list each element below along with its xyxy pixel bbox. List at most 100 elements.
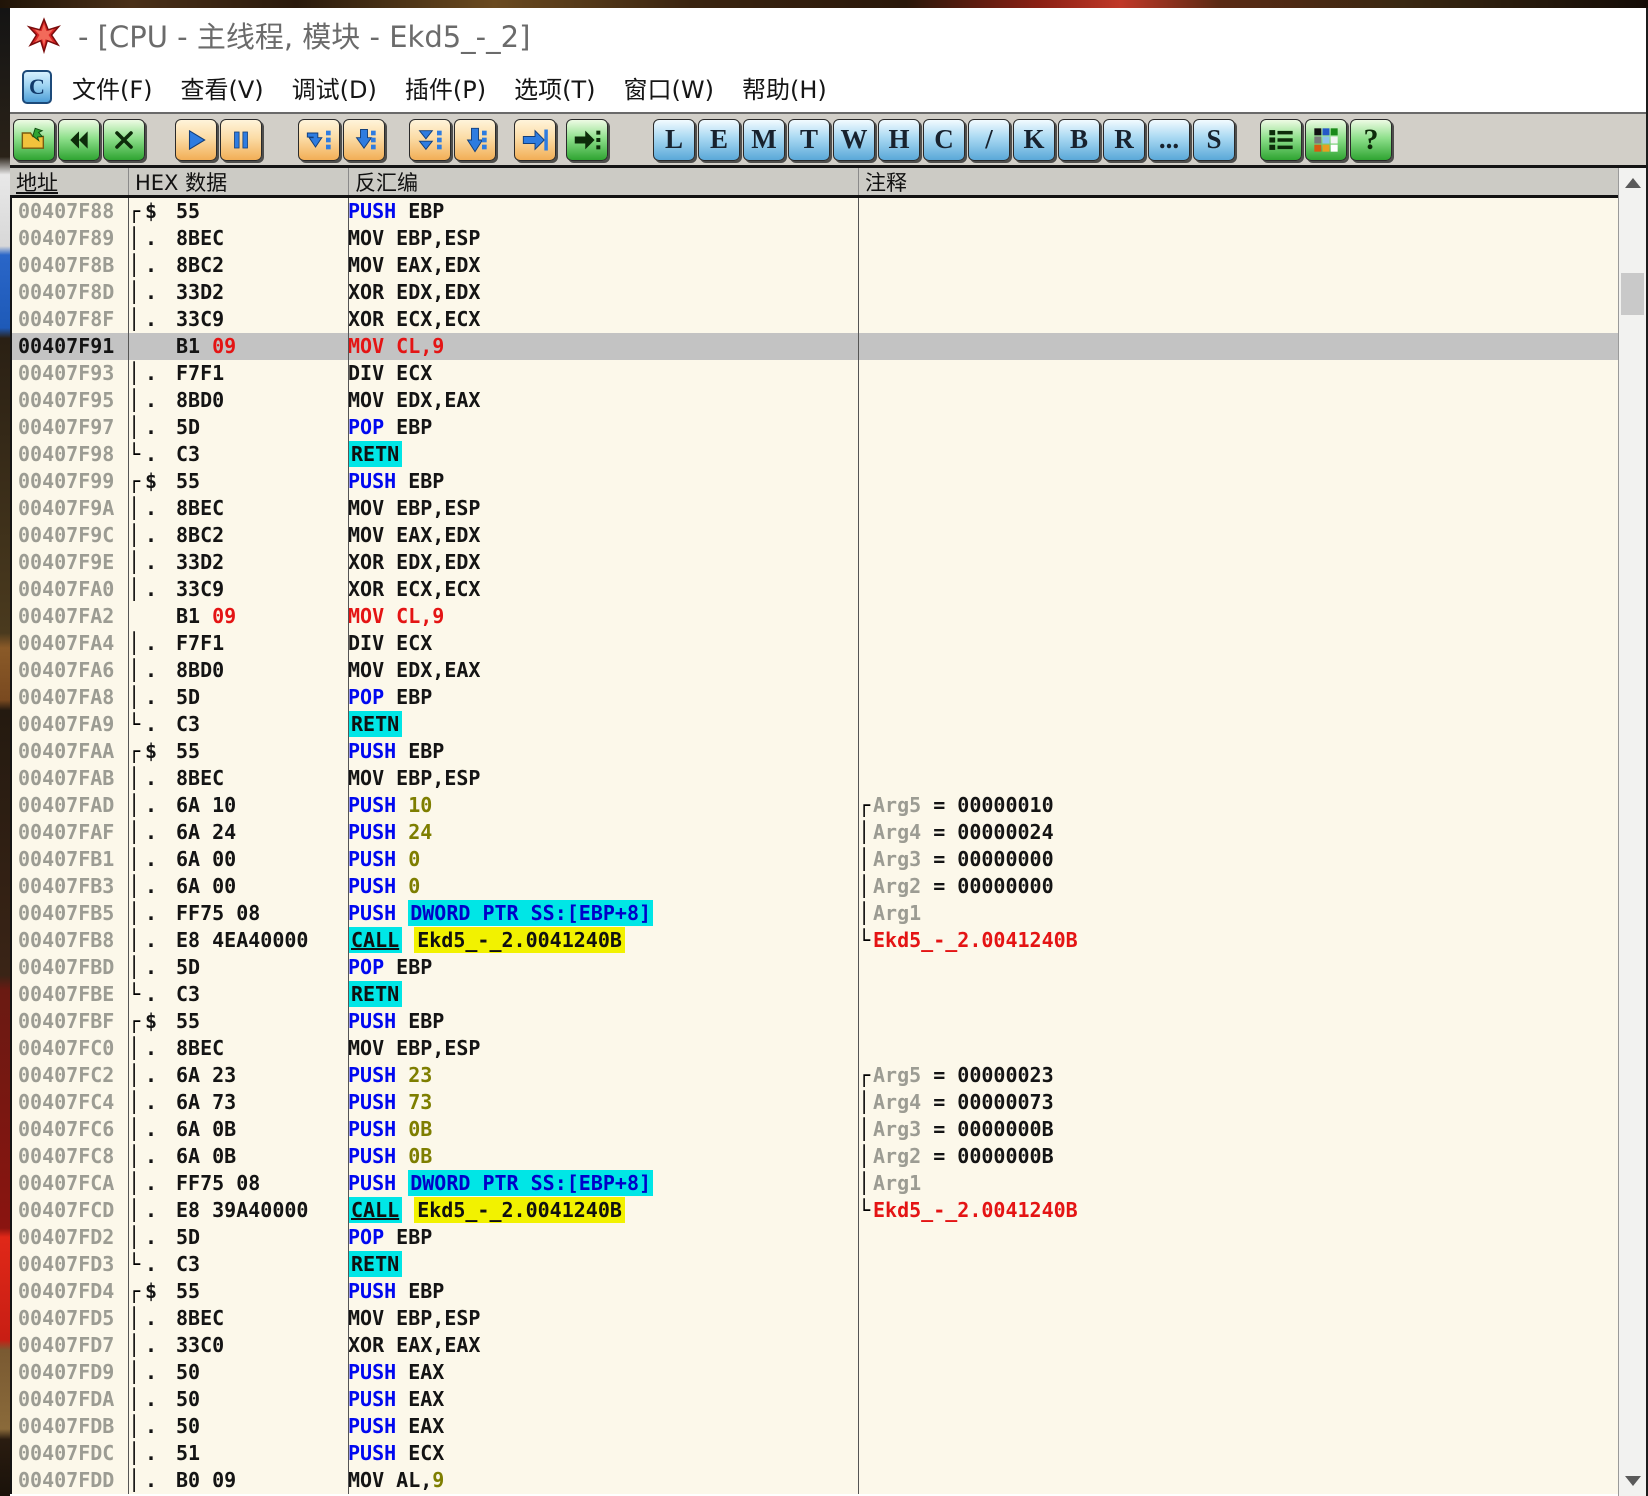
disasm-row[interactable]: 00407FDD│.B0 09MOV AL,9 (12, 1467, 1646, 1494)
disasm-row[interactable]: 00407FD9│.50PUSH EAX (12, 1359, 1646, 1386)
disasm-row[interactable]: 00407F8D│.33D2XOR EDX,EDX (12, 279, 1646, 306)
column-divider[interactable] (858, 198, 859, 1494)
call-stack-window-button[interactable]: K (1013, 119, 1055, 161)
scroll-up-button[interactable] (1619, 168, 1646, 198)
disasm-row[interactable]: 00407FAF│.6A 24PUSH 24│Arg4 = 00000024 (12, 819, 1646, 846)
disasm-row[interactable]: 00407FC6│.6A 0BPUSH 0B│Arg3 = 0000000B (12, 1116, 1646, 1143)
executables-window-button[interactable]: E (698, 119, 740, 161)
menu-item-help[interactable]: 帮助(H) (728, 70, 841, 105)
code-token: DWORD PTR SS:[EBP+8] (408, 1170, 653, 1196)
step-over-button[interactable] (343, 119, 385, 161)
disasm-row[interactable]: 00407FB5│.FF75 08PUSH DWORD PTR SS:[EBP+… (12, 900, 1646, 927)
run-button[interactable] (175, 119, 217, 161)
disasm-row[interactable]: 00407FBF┌$55PUSH EBP (12, 1008, 1646, 1035)
disasm-row[interactable]: 00407FC0│.8BECMOV EBP,ESP (12, 1035, 1646, 1062)
debug-options-button[interactable] (1260, 119, 1302, 161)
scrollbar-thumb[interactable] (1621, 273, 1644, 315)
disasm-row[interactable]: 00407FA6│.8BD0MOV EDX,EAX (12, 657, 1646, 684)
disasm-row[interactable]: 00407FC2│.6A 23PUSH 23┌Arg5 = 00000023 (12, 1062, 1646, 1089)
appearance-button[interactable] (1305, 119, 1347, 161)
disasm-row[interactable]: 00407FA4│.F7F1DIV ECX (12, 630, 1646, 657)
disasm-row[interactable]: 00407FAB│.8BECMOV EBP,ESP (12, 765, 1646, 792)
menu-item-options[interactable]: 选项(T) (500, 70, 609, 105)
hex-cell: 8BEC (176, 765, 348, 792)
disasm-row[interactable]: 00407FDA│.50PUSH EAX (12, 1386, 1646, 1413)
disasm-row[interactable]: 00407FA8│.5DPOP EBP (12, 684, 1646, 711)
disasm-row[interactable]: 00407F9E│.33D2XOR EDX,EDX (12, 549, 1646, 576)
disasm-row[interactable]: 00407FA2B1 09MOV CL,9 (12, 603, 1646, 630)
disasm-row[interactable]: 00407FD3└.C3RETN (12, 1251, 1646, 1278)
threads-window-button[interactable]: T (788, 119, 830, 161)
disasm-row[interactable]: 00407F9C│.8BC2MOV EAX,EDX (12, 522, 1646, 549)
child-window-icon[interactable]: C (22, 70, 52, 104)
code-token: 6A 0B (176, 1117, 236, 1141)
column-divider[interactable] (348, 198, 349, 1494)
references-window-button[interactable]: R (1103, 119, 1145, 161)
scroll-down-button[interactable] (1619, 1466, 1646, 1496)
restart-button[interactable] (58, 119, 100, 161)
disasm-row[interactable]: 00407F9A│.8BECMOV EBP,ESP (12, 495, 1646, 522)
disasm-row[interactable]: 00407FC4│.6A 73PUSH 73│Arg4 = 00000073 (12, 1089, 1646, 1116)
disasm-row[interactable]: 00407FC8│.6A 0BPUSH 0B│Arg2 = 0000000B (12, 1143, 1646, 1170)
disasm-row[interactable]: 00407F8B│.8BC2MOV EAX,EDX (12, 252, 1646, 279)
source-window-button[interactable]: S (1193, 119, 1235, 161)
disasm-row[interactable]: 00407F93│.F7F1DIV ECX (12, 360, 1646, 387)
animate-into-icon (416, 126, 444, 154)
disasm-row[interactable]: 00407F88┌$55PUSH EBP (12, 198, 1646, 225)
column-divider[interactable] (128, 198, 129, 1494)
patches-window-button[interactable]: / (968, 119, 1010, 161)
disasm-row[interactable]: 00407FA9└.C3RETN (12, 711, 1646, 738)
disasm-row[interactable]: 00407FDC│.51PUSH ECX (12, 1440, 1646, 1467)
disasm-row[interactable]: 00407FBE└.C3RETN (12, 981, 1646, 1008)
disasm-row[interactable]: 00407F95│.8BD0MOV EDX,EAX (12, 387, 1646, 414)
run-trace-window-button[interactable]: ... (1148, 119, 1190, 161)
close-button[interactable] (103, 119, 145, 161)
go-to-button[interactable] (566, 119, 608, 161)
menu-item-view[interactable]: 查看(V) (167, 70, 278, 105)
disasm-row[interactable]: 00407FDB│.50PUSH EAX (12, 1413, 1646, 1440)
cpu-window-button[interactable]: C (923, 119, 965, 161)
address-cell: 00407FCA (12, 1170, 128, 1197)
code-token: Arg3 (873, 847, 921, 871)
execute-till-return-button[interactable] (514, 119, 556, 161)
disasm-row[interactable]: 00407FB3│.6A 00PUSH 0│Arg2 = 00000000 (12, 873, 1646, 900)
disasm-row[interactable]: 00407FA0│.33C9XOR ECX,ECX (12, 576, 1646, 603)
memory-window-button[interactable]: M (743, 119, 785, 161)
bracket-glyph: │ (128, 414, 145, 441)
log-window-button[interactable]: L (653, 119, 695, 161)
disasm-row[interactable]: 00407FBD│.5DPOP EBP (12, 954, 1646, 981)
animate-over-button[interactable] (454, 119, 496, 161)
disasm-row[interactable]: 00407FAA┌$55PUSH EBP (12, 738, 1646, 765)
disasm-row[interactable]: 00407F99┌$55PUSH EBP (12, 468, 1646, 495)
handles-window-button[interactable]: H (878, 119, 920, 161)
disasm-row[interactable]: 00407FAD│.6A 10PUSH 10┌Arg5 = 00000010 (12, 792, 1646, 819)
disasm-row-selected[interactable]: 00407F91B1 09MOV CL,9 (12, 333, 1646, 360)
pause-button[interactable] (220, 119, 262, 161)
disasm-row[interactable]: 00407FCA│.FF75 08PUSH DWORD PTR SS:[EBP+… (12, 1170, 1646, 1197)
bracket-glyph: │ (128, 657, 145, 684)
disasm-row[interactable]: 00407FD7│.33C0XOR EAX,EAX (12, 1332, 1646, 1359)
menu-item-debug[interactable]: 调试(D) (278, 70, 391, 105)
menu-item-window[interactable]: 窗口(W) (610, 70, 728, 105)
disasm-row[interactable]: 00407FCD│.E8 39A40000CALL Ekd5_-_2.00412… (12, 1197, 1646, 1224)
disasm-row[interactable]: 00407FD4┌$55PUSH EBP (12, 1278, 1646, 1305)
disasm-row[interactable]: 00407FD5│.8BECMOV EBP,ESP (12, 1305, 1646, 1332)
help-button[interactable]: ? (1350, 119, 1392, 161)
menu-item-plugins[interactable]: 插件(P) (391, 70, 500, 105)
windows-window-button[interactable]: W (833, 119, 875, 161)
breakpoints-window-button[interactable]: B (1058, 119, 1100, 161)
open-file-button[interactable] (13, 119, 55, 161)
disasm-row[interactable]: 00407F97│.5DPOP EBP (12, 414, 1646, 441)
disasm-row[interactable]: 00407F8F│.33C9XOR ECX,ECX (12, 306, 1646, 333)
disasm-row[interactable]: 00407FD2│.5DPOP EBP (12, 1224, 1646, 1251)
code-token: XOR ECX,ECX (348, 307, 480, 331)
step-into-button[interactable] (298, 119, 340, 161)
disasm-row[interactable]: 00407F89│.8BECMOV EBP,ESP (12, 225, 1646, 252)
menu-item-file[interactable]: 文件(F) (58, 70, 167, 105)
disasm-row[interactable]: 00407FB1│.6A 00PUSH 0│Arg3 = 00000000 (12, 846, 1646, 873)
vertical-scrollbar[interactable] (1618, 168, 1646, 1496)
address-cell: 00407FBD (12, 954, 128, 981)
animate-into-button[interactable] (409, 119, 451, 161)
disasm-row[interactable]: 00407F98└.C3RETN (12, 441, 1646, 468)
disasm-row[interactable]: 00407FB8│.E8 4EA40000CALL Ekd5_-_2.00412… (12, 927, 1646, 954)
